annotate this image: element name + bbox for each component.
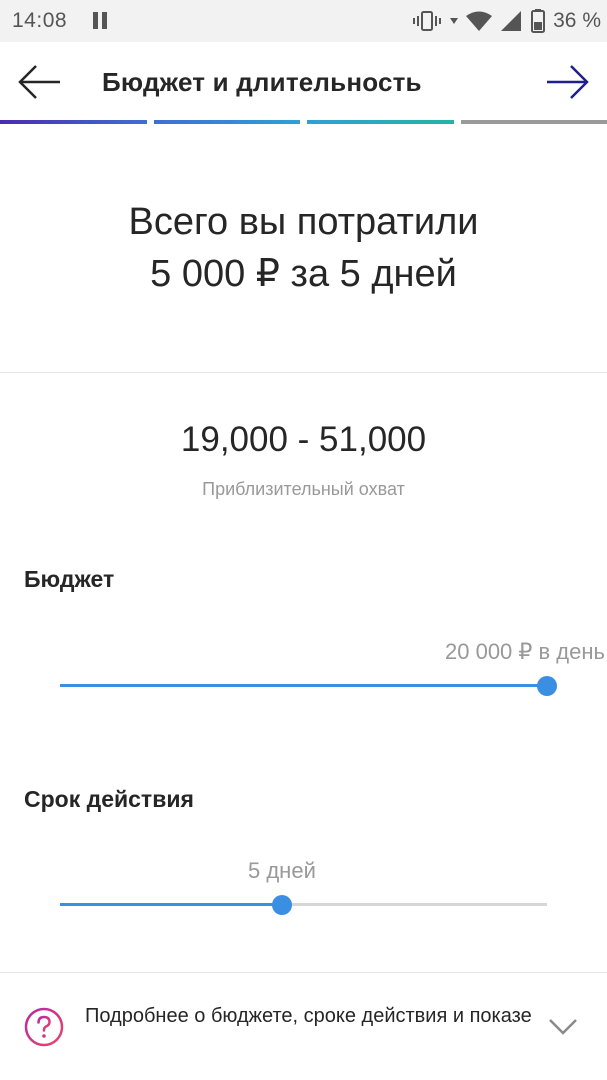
budget-info-expander[interactable]: Подробнее о бюджете, сроке действия и по… — [0, 974, 607, 1080]
budget-value: 20 000 ₽ в день — [445, 639, 605, 664]
duration-value: 5 дней — [248, 858, 316, 883]
slider-thumb[interactable] — [272, 895, 292, 915]
status-icons: 36 % — [413, 7, 601, 35]
question-icon — [24, 1007, 64, 1047]
slider-fill — [60, 684, 547, 687]
screen: 14:08 36 % Бюджет и длительность Всего в… — [0, 0, 607, 1080]
step-2-indicator — [154, 120, 300, 124]
status-bar: 14:08 36 % — [0, 0, 607, 42]
data-arrows-icon — [450, 18, 459, 24]
back-button[interactable] — [14, 62, 64, 102]
app-bar: Бюджет и длительность — [0, 42, 607, 124]
battery-percentage: 36 % — [553, 9, 601, 32]
signal-icon — [501, 11, 522, 31]
page-title: Бюджет и длительность — [102, 67, 422, 97]
budget-label: Бюджет — [24, 566, 115, 592]
divider — [0, 372, 607, 373]
arrow-left-icon — [18, 65, 60, 99]
reach-label: Приблизительный охват — [202, 479, 405, 499]
battery-icon — [531, 9, 546, 33]
duration-label: Срок действия — [24, 786, 194, 812]
summary-line-2: 5 000 ₽ за 5 дней — [150, 253, 457, 295]
reach-range: 19,000 - 51,000 — [180, 420, 427, 459]
step-progress — [0, 120, 607, 125]
step-4-indicator — [461, 120, 607, 124]
divider — [0, 972, 607, 973]
pause-icon — [92, 12, 108, 29]
spend-summary: Всего вы потратили 5 000 ₽ за 5 дней — [0, 196, 607, 300]
vibrate-icon — [413, 11, 442, 31]
slider-thumb[interactable] — [537, 676, 557, 696]
step-1-indicator — [0, 120, 147, 124]
next-button[interactable] — [543, 62, 593, 102]
wifi-icon — [466, 11, 493, 31]
duration-slider[interactable] — [60, 893, 547, 917]
step-3-indicator — [307, 120, 454, 124]
slider-fill — [60, 903, 282, 906]
chevron-down-icon — [549, 1019, 577, 1035]
arrow-right-icon — [547, 65, 589, 99]
summary-line-1: Всего вы потратили — [128, 201, 479, 243]
budget-slider[interactable] — [60, 674, 557, 698]
info-text: Подробнее о бюджете, сроке действия и по… — [85, 1005, 532, 1027]
status-time: 14:08 — [12, 9, 68, 32]
